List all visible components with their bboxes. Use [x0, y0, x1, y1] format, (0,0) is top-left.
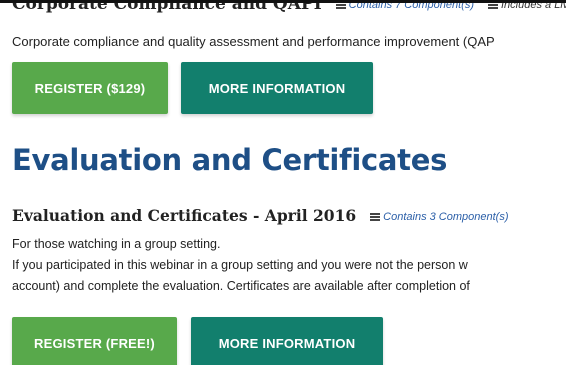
section-eval-header: Evaluation and Certificates - April 2016…: [12, 206, 509, 225]
list-icon: [370, 213, 381, 221]
section-eval-components-label[interactable]: Contains 3 Component(s): [383, 211, 508, 223]
page-heading: Evaluation and Certificates: [12, 143, 448, 177]
top-border: [0, 0, 566, 3]
page-content: Corporate Compliance and QAPI Contains 7…: [0, 0, 566, 365]
section-eval-line-3: account) and complete the evaluation. Ce…: [12, 279, 470, 293]
section-eval-components-link[interactable]: Contains 3 Component(s): [370, 211, 509, 223]
register-button-prev[interactable]: REGISTER ($129): [12, 62, 168, 114]
register-button-eval[interactable]: REGISTER (FREE!): [12, 317, 177, 365]
section-prev-description: Corporate compliance and quality assessm…: [12, 34, 495, 49]
section-eval-line-1: For those watching in a group setting.: [12, 237, 221, 251]
more-info-button-eval[interactable]: MORE INFORMATION: [191, 317, 383, 365]
more-info-button-prev[interactable]: MORE INFORMATION: [181, 62, 373, 114]
section-eval-title: Evaluation and Certificates - April 2016: [12, 206, 357, 225]
section-eval-line-2: If you participated in this webinar in a…: [12, 258, 468, 272]
